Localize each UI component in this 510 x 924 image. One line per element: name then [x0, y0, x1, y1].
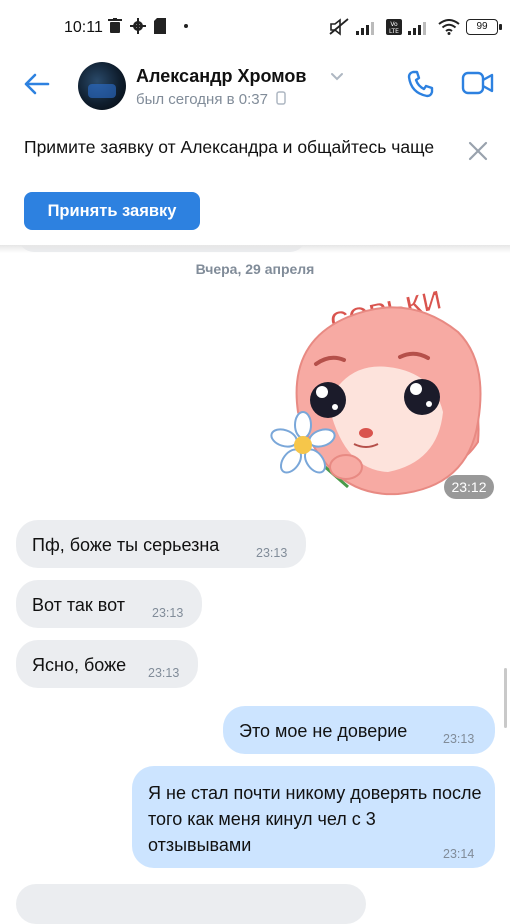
message-bubble-out[interactable]: Это мое не доверие 23:13	[223, 706, 495, 754]
status-time: 10:11	[64, 19, 103, 36]
settings-icon	[130, 18, 146, 34]
battery-level: 99	[476, 21, 488, 32]
chat-header: Александр Хромов был сегодня в 0:37	[0, 56, 510, 120]
mobile-icon	[276, 91, 286, 105]
message-time: 23:14	[443, 847, 475, 861]
contact-avatar[interactable]	[78, 62, 126, 110]
battery-icon: 99	[466, 19, 502, 35]
signal-icon	[356, 22, 374, 35]
banner-shadow	[0, 245, 510, 253]
message-time: 23:13	[152, 606, 184, 620]
back-arrow-icon[interactable]	[22, 70, 50, 98]
message-bubble-in[interactable]: Вот так вот 23:13	[16, 580, 202, 628]
message-time: 23:13	[148, 666, 180, 680]
friend-request-banner: Примите заявку от Александра и общайтесь…	[0, 120, 510, 246]
status-bar: 10:11 Vo LTE 99	[0, 0, 510, 56]
volte-icon: VoLTE	[386, 19, 402, 35]
message-text: Это мое не доверие	[239, 721, 408, 741]
message-text: Пф, боже ты серьезна	[32, 535, 220, 555]
message-text: Вот так вот	[32, 595, 126, 615]
message-text: Я не стал почти никому доверять после то…	[148, 783, 482, 855]
scrollbar[interactable]	[504, 668, 507, 728]
sim-card-icon	[154, 18, 166, 34]
message-bubble-out[interactable]: Я не стал почти никому доверять после то…	[132, 766, 495, 868]
sticker-timestamp: 23:12	[444, 475, 494, 499]
svg-text:Vo: Vo	[390, 21, 398, 28]
phone-icon[interactable]	[405, 68, 437, 100]
last-seen-status: был сегодня в 0:37	[136, 91, 286, 108]
message-text: Ясно, боже	[32, 655, 127, 675]
friend-request-text: Примите заявку от Александра и общайтесь…	[24, 137, 435, 157]
status-left-icons	[108, 18, 188, 34]
sticker-image[interactable]: СОРЬКИ	[258, 262, 498, 502]
mute-icon	[329, 18, 349, 36]
accept-request-button[interactable]: Принять заявку	[24, 192, 200, 230]
trash-icon	[108, 18, 122, 33]
wifi-icon	[438, 19, 460, 35]
message-bubble-partial	[16, 884, 366, 924]
last-seen-text: был сегодня в 0:37	[136, 91, 268, 108]
chevron-down-icon[interactable]	[330, 72, 344, 82]
message-time: 23:13	[256, 546, 288, 560]
status-right-icons: Vo LTE 99	[328, 18, 502, 36]
close-icon[interactable]	[467, 140, 489, 162]
signal-2-icon	[408, 22, 426, 35]
contact-name[interactable]: Александр Хромов	[136, 66, 306, 87]
dot-icon	[184, 24, 188, 28]
video-call-icon[interactable]	[461, 70, 495, 96]
message-bubble-in[interactable]: Пф, боже ты серьезна 23:13	[16, 520, 306, 568]
message-bubble-in[interactable]: Ясно, боже 23:13	[16, 640, 198, 688]
message-time: 23:13	[443, 732, 475, 746]
svg-text:LTE: LTE	[389, 28, 399, 35]
